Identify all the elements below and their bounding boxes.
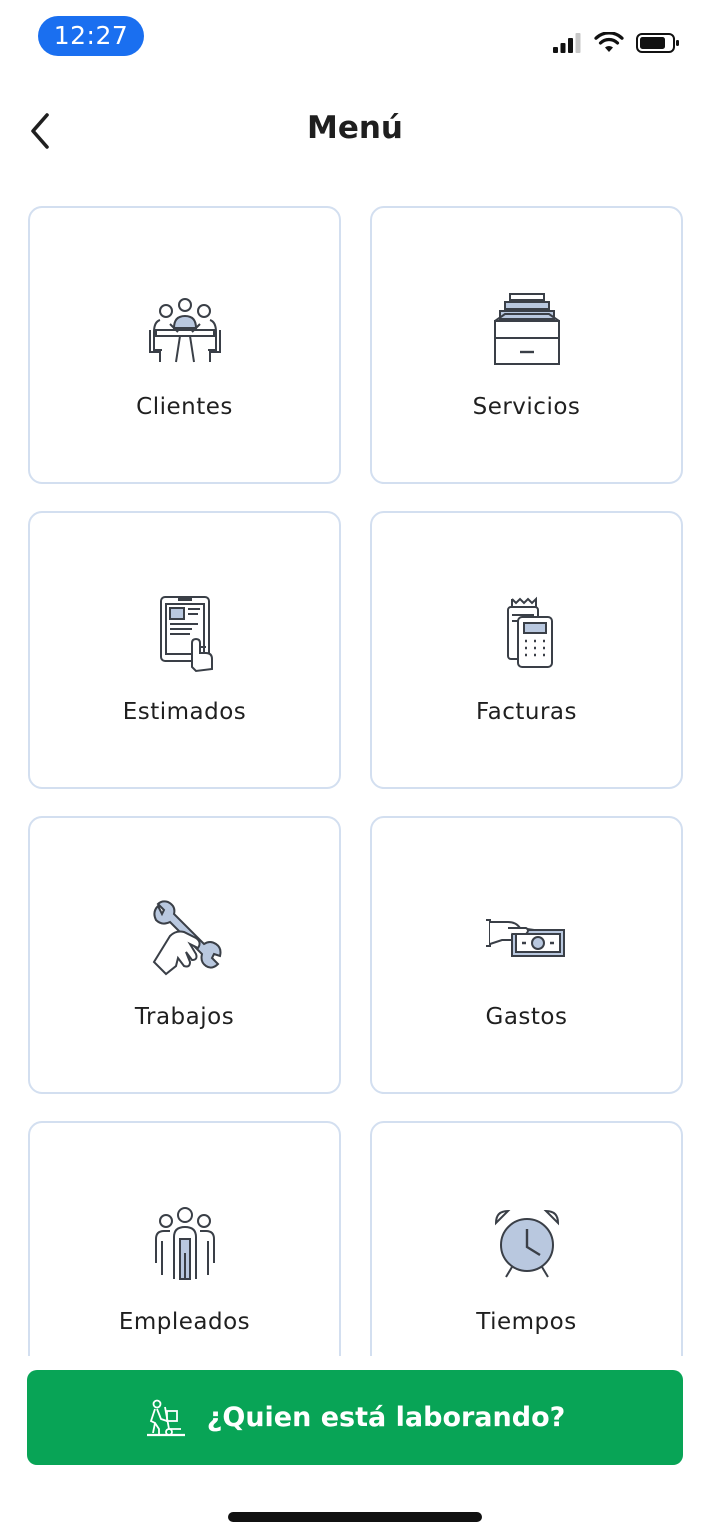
clients-meeting-icon [140, 290, 230, 370]
worker-hand-truck-icon [146, 1399, 185, 1436]
menu-tile-estimados[interactable]: Estimados [28, 511, 341, 789]
menu-tile-label: Estimados [122, 699, 247, 725]
menu-tile-gastos[interactable]: Gastos [370, 816, 683, 1094]
menu-tile-label: Facturas [476, 699, 577, 725]
home-indicator [228, 1512, 482, 1522]
wrench-hand-icon [140, 900, 230, 980]
employees-group-icon [140, 1205, 230, 1285]
menu-tile-label: Tiempos [476, 1309, 577, 1335]
menu-tile-trabajos[interactable]: Trabajos [28, 816, 341, 1094]
menu-tile-label: Empleados [118, 1309, 251, 1335]
navigation-bar: Menú [0, 96, 710, 168]
file-drawer-icon [482, 290, 572, 370]
menu-tile-label: Gastos [485, 1004, 568, 1030]
menu-tile-empleados[interactable]: Empleados [28, 1121, 341, 1356]
cellular-signal-icon [553, 33, 581, 53]
menu-scroll-area[interactable]: Clientes Servicios Estimados Facturas Tr… [0, 190, 710, 1356]
menu-tile-clientes[interactable]: Clientes [28, 206, 341, 484]
who-is-working-button[interactable]: ¿Quien está laborando? [27, 1370, 683, 1465]
menu-tile-facturas[interactable]: Facturas [370, 511, 683, 789]
menu-tile-tiempos[interactable]: Tiempos [370, 1121, 683, 1356]
menu-tile-label: Clientes [136, 394, 233, 420]
tablet-touch-icon [140, 595, 230, 675]
status-time: 12:27 [38, 16, 144, 56]
who-is-working-label: ¿Quien está laborando? [206, 1402, 566, 1433]
alarm-clock-icon [482, 1205, 572, 1285]
menu-tile-label: Trabajos [134, 1004, 235, 1030]
status-icons [552, 28, 680, 58]
status-bar: 12:27 [0, 0, 710, 80]
page-title: Menú [306, 110, 403, 146]
payment-terminal-icon [482, 595, 572, 675]
wifi-icon [594, 32, 624, 52]
battery-icon [636, 33, 679, 53]
menu-tile-label: Servicios [472, 394, 581, 420]
menu-tile-servicios[interactable]: Servicios [370, 206, 683, 484]
hand-money-icon [482, 900, 572, 980]
